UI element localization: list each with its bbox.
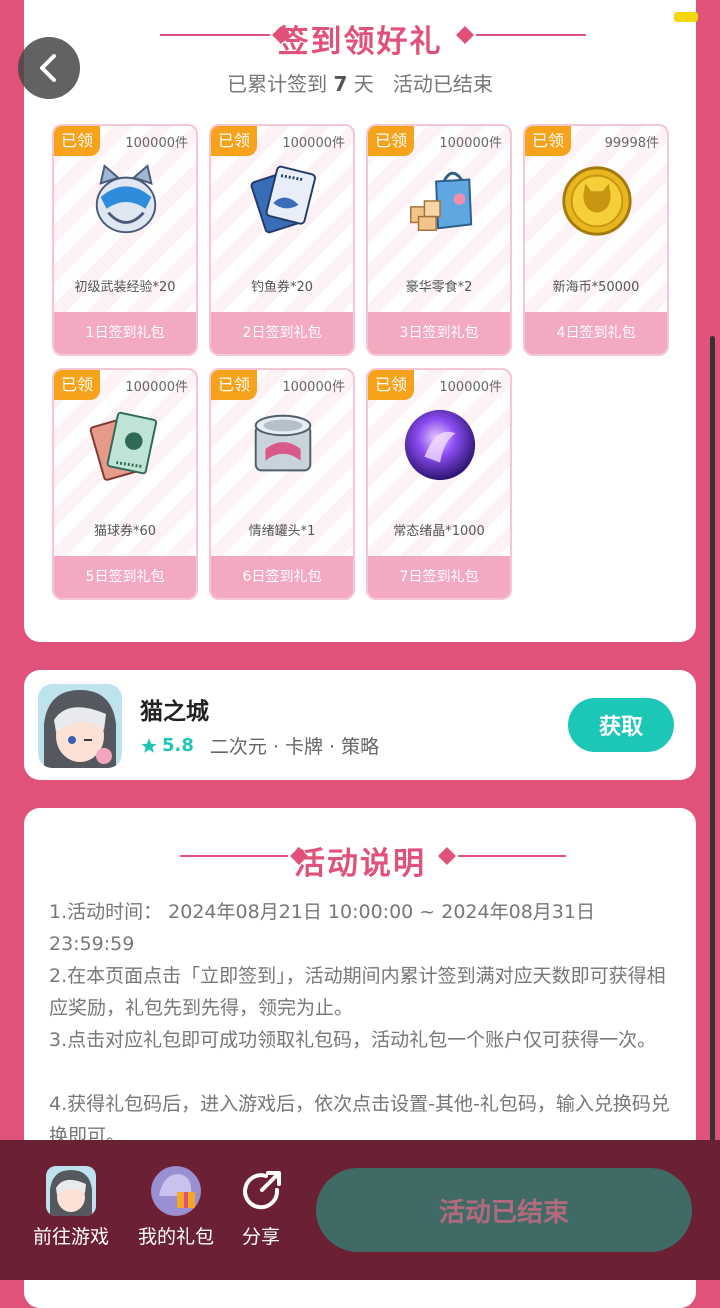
cat-helmet-icon [95,164,157,234]
signin-title: 签到领好礼 [277,24,443,60]
share-icon [236,1166,286,1216]
claimed-badge: 已领 [211,370,257,400]
bottom-bar: 前往游戏 我的礼包 分享 活动已结束 [0,1140,720,1280]
stock-count: 100000件 [282,136,345,151]
day-label: 5日签到礼包 [54,556,196,598]
get-button[interactable]: 获取 [568,698,674,752]
stock-count: 100000件 [439,136,502,151]
gold-coin-icon [562,166,632,236]
app-card: 猫之城 5.8 二次元 · 卡牌 · 策略 获取 [24,670,696,780]
gift-card-day-7[interactable]: 已领 100000件 常态绪晶*1000 7日签到礼包 [366,368,512,600]
gift-card-day-1[interactable]: 已领 100000件 初级武装经验*20 1日签到礼包 [52,124,198,356]
status-indicator [674,12,698,22]
gift-card-day-4[interactable]: 已领 99998件 新海币*50000 4日签到礼包 [523,124,669,356]
nav-share[interactable]: 分享 [236,1166,286,1249]
activity-ended-button[interactable]: 活动已结束 [316,1168,692,1252]
signin-prefix: 已累计签到 [227,72,328,96]
fishing-ticket-icon [250,165,317,234]
gift-name: 钓鱼券*20 [250,280,314,295]
claimed-badge: 已领 [368,126,414,156]
claimed-badge: 已领 [54,370,100,400]
app-icon[interactable] [38,684,122,768]
stock-count: 100000件 [125,136,188,151]
signin-card: 签到领好礼 已累计签到 7 天 活动已结束 已领 100000件 初级武装经验*… [24,0,696,642]
catball-ticket-icon [89,411,158,481]
can-icon [254,414,312,472]
rules-title-right-decoration [438,847,566,865]
gift-name: 新海币*50000 [552,280,640,295]
gift-name: 初级武装经验*20 [74,280,176,295]
claimed-badge: 已领 [54,126,100,156]
snack-bag-icon [410,171,473,231]
claimed-badge: 已领 [525,126,571,156]
gift-name: 猫球券*60 [93,524,157,539]
nav-my-gifts-label: 我的礼包 [137,1226,214,1248]
rule-item-3: 3.点击对应礼包即可成功领取礼包码，活动礼包一个账户仅可获得一次。 [49,1029,657,1051]
gift-card-day-2[interactable]: 已领 100000件 钓鱼券*20 2日签到礼包 [209,124,355,356]
stock-count: 99998件 [604,136,659,151]
app-tags: 二次元 · 卡牌 · 策略 [209,736,380,758]
day-label: 7日签到礼包 [368,556,510,598]
app-rating: 5.8 [162,735,194,756]
back-button[interactable] [18,37,80,99]
app-meta: 5.8 二次元 · 卡牌 · 策略 [140,732,379,759]
app-name: 猫之城 [140,699,209,725]
claimed-badge: 已领 [211,126,257,156]
nav-go-game[interactable]: 前往游戏 [26,1166,116,1249]
stock-count: 100000件 [439,380,502,395]
gift-name: 情绪罐头*1 [248,524,316,539]
crystal-orb-icon [404,409,476,481]
day-label: 3日签到礼包 [368,312,510,354]
nav-go-game-label: 前往游戏 [32,1226,109,1248]
day-label: 2日签到礼包 [211,312,353,354]
signin-subtitle: 已累计签到 7 天 活动已结束 [24,68,696,97]
gift-box-icon [151,1166,201,1216]
scrollbar-thumb[interactable] [710,336,715,1156]
nav-my-gifts[interactable]: 我的礼包 [133,1166,219,1249]
title-right-decoration [456,26,586,44]
star-icon [141,738,157,753]
stock-count: 100000件 [125,380,188,395]
chevron-left-icon [40,54,56,82]
day-label: 6日签到礼包 [211,556,353,598]
rules-title: 活动说明 [294,846,426,882]
gift-name: 常态绪晶*1000 [393,524,485,539]
claimed-badge: 已领 [368,370,414,400]
gift-name: 豪华零食*2 [405,280,473,295]
rule-item-2: 2.在本页面点击「立即签到」，活动期间内累计签到满对应天数即可获得相应奖励，礼包… [49,965,666,1019]
activity-status: 活动已结束 [392,72,493,96]
gift-card-day-5[interactable]: 已领 100000件 猫球券*60 5日签到礼包 [52,368,198,600]
game-character-icon [38,684,122,768]
rule-item-1: 1.活动时间： 2024年08月21日 10:00:00 ~ 2024年08月3… [49,901,595,955]
stock-count: 100000件 [282,380,345,395]
gift-card-day-3[interactable]: 已领 100000件 豪华零食*2 3日签到礼包 [366,124,512,356]
day-label: 4日签到礼包 [525,312,667,354]
nav-share-label: 分享 [241,1226,280,1248]
signin-unit: 天 [353,72,374,96]
signin-days: 7 [333,72,348,96]
game-icon [46,1166,96,1216]
gift-card-day-6[interactable]: 已领 100000件 情绪罐头*1 6日签到礼包 [209,368,355,600]
day-label: 1日签到礼包 [54,312,196,354]
